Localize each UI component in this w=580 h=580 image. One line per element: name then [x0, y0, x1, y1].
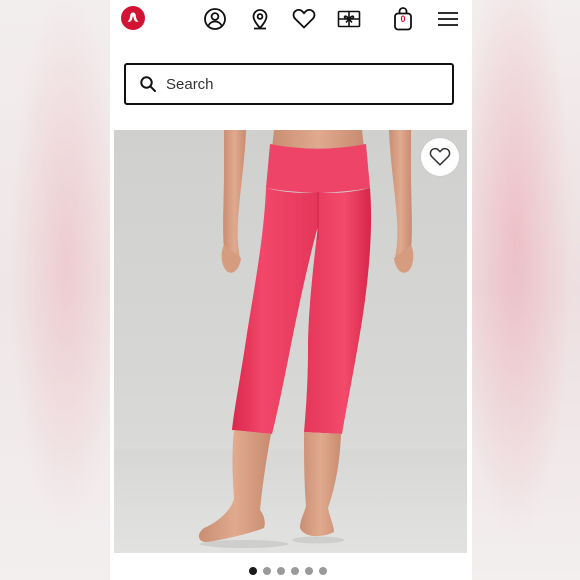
carousel-dot[interactable]	[263, 567, 271, 575]
search-icon	[139, 75, 157, 93]
search-bar[interactable]	[124, 63, 454, 105]
product-image[interactable]	[114, 130, 467, 553]
account-icon[interactable]	[202, 6, 228, 32]
wishlist-icon[interactable]	[291, 6, 317, 32]
mobile-page: 0	[110, 0, 472, 580]
site-header: 0	[110, 0, 472, 40]
search-input[interactable]	[166, 75, 426, 93]
gift-card-icon[interactable]	[336, 6, 362, 32]
carousel-dot[interactable]	[319, 567, 327, 575]
store-locator-icon[interactable]	[247, 6, 273, 32]
carousel-dot[interactable]	[277, 567, 285, 575]
heart-outline-icon	[428, 146, 452, 168]
favorite-button[interactable]	[421, 138, 459, 176]
shopping-bag-icon[interactable]: 0	[390, 6, 416, 32]
product-photo-leggings	[114, 130, 467, 553]
blurred-backdrop-left	[0, 0, 110, 580]
carousel-pagination	[249, 567, 327, 577]
carousel-dot[interactable]	[305, 567, 313, 575]
menu-icon[interactable]	[435, 6, 461, 32]
carousel-dot[interactable]	[291, 567, 299, 575]
cart-count-badge: 0	[400, 14, 406, 24]
carousel-dot[interactable]	[249, 567, 257, 575]
blurred-backdrop-right	[472, 0, 580, 580]
lululemon-logo-icon[interactable]	[121, 6, 145, 30]
